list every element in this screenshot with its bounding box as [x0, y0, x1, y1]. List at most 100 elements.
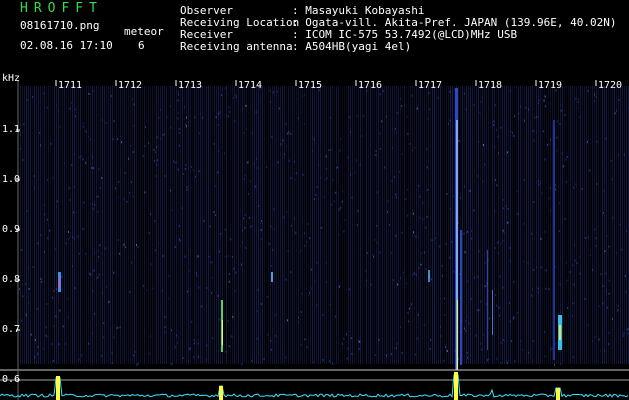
noise-speckle — [320, 226, 322, 229]
noise-speckle — [537, 287, 539, 290]
noise-streak — [344, 86, 345, 364]
noise-streak — [346, 86, 347, 364]
meteor-echo-side — [460, 230, 462, 365]
noise-speckle — [316, 304, 318, 307]
noise-streak — [266, 86, 267, 364]
noise-speckle — [137, 362, 139, 365]
noise-speckle — [94, 204, 96, 207]
noise-speckle — [73, 185, 75, 188]
noise-speckle — [502, 198, 504, 201]
noise-speckle — [245, 127, 247, 130]
noise-streak — [484, 86, 485, 364]
noise-streak — [532, 86, 533, 364]
noise-speckle — [312, 150, 314, 153]
noise-speckle — [567, 307, 569, 310]
noise-speckle — [114, 187, 116, 190]
noise-speckle — [148, 232, 150, 235]
noise-speckle — [579, 256, 581, 259]
noise-speckle — [496, 129, 498, 132]
noise-speckle — [614, 112, 616, 115]
noise-speckle — [202, 116, 204, 119]
noise-speckle — [188, 269, 190, 272]
noise-speckle — [177, 168, 179, 171]
noise-speckle — [312, 360, 314, 363]
noise-speckle — [170, 189, 172, 192]
noise-speckle — [291, 224, 293, 227]
noise-streak — [516, 86, 517, 364]
noise-speckle — [566, 155, 568, 158]
y-axis-unit: kHz — [2, 73, 21, 84]
noise-speckle — [102, 292, 104, 295]
noise-speckle — [182, 357, 184, 360]
noise-streak — [336, 86, 337, 364]
noise-speckle — [539, 182, 541, 185]
noise-speckle — [523, 222, 525, 225]
noise-streak — [570, 86, 571, 364]
noise-speckle — [193, 355, 195, 358]
noise-streak — [152, 86, 153, 364]
noise-speckle — [257, 310, 259, 313]
noise-speckle — [538, 180, 540, 183]
noise-speckle — [331, 148, 333, 151]
noise-speckle — [445, 242, 447, 245]
noise-speckle — [494, 210, 496, 213]
noise-streak — [438, 86, 439, 364]
noise-speckle — [91, 166, 93, 169]
noise-speckle — [541, 192, 543, 195]
noise-speckle — [270, 339, 272, 342]
noise-speckle — [332, 362, 334, 365]
noise-speckle — [374, 354, 376, 357]
noise-speckle — [374, 238, 376, 241]
noise-speckle — [50, 142, 52, 145]
noise-speckle — [253, 163, 255, 166]
noise-speckle — [356, 224, 358, 227]
noise-speckle — [193, 338, 195, 341]
noise-speckle — [576, 261, 578, 264]
x-tick-label: 1717 — [418, 80, 443, 91]
noise-speckle — [104, 247, 106, 250]
noise-speckle — [272, 249, 274, 252]
noise-speckle — [556, 136, 558, 139]
noise-speckle — [123, 243, 125, 246]
meteor-echo-1719 — [553, 120, 555, 360]
noise-speckle — [353, 171, 355, 174]
noise-streak — [388, 86, 389, 364]
noise-streak — [530, 86, 531, 364]
noise-speckle — [465, 108, 467, 111]
noise-speckle — [343, 230, 345, 233]
noise-streak — [172, 86, 173, 364]
noise-speckle — [57, 109, 59, 112]
noise-speckle — [465, 329, 467, 332]
noise-speckle — [129, 291, 131, 294]
noise-speckle — [460, 196, 462, 199]
noise-streak — [84, 86, 85, 364]
noise-streak — [412, 86, 413, 364]
noise-streak — [258, 86, 259, 364]
noise-speckle — [266, 295, 268, 298]
noise-speckle — [479, 111, 481, 114]
noise-streak — [402, 86, 403, 364]
noise-speckle — [113, 120, 115, 123]
noise-speckle — [477, 309, 479, 312]
noise-speckle — [40, 144, 42, 147]
noise-speckle — [34, 357, 36, 360]
noise-speckle — [513, 280, 515, 283]
noise-streak — [366, 86, 367, 364]
noise-speckle — [361, 134, 363, 137]
noise-speckle — [144, 145, 146, 148]
noise-speckle — [316, 185, 318, 188]
meteor-echo-1711-hot — [59, 278, 60, 288]
noise-speckle — [26, 99, 28, 102]
noise-streak — [294, 86, 295, 364]
noise-speckle — [128, 191, 130, 194]
noise-speckle — [379, 251, 381, 254]
noise-speckle — [595, 237, 597, 240]
noise-speckle — [532, 339, 534, 342]
noise-speckle — [375, 149, 377, 152]
noise-speckle — [548, 197, 550, 200]
noise-speckle — [128, 157, 130, 160]
noise-speckle — [26, 209, 28, 212]
noise-speckle — [315, 194, 317, 197]
noise-speckle — [485, 303, 487, 306]
noise-speckle — [606, 235, 608, 238]
